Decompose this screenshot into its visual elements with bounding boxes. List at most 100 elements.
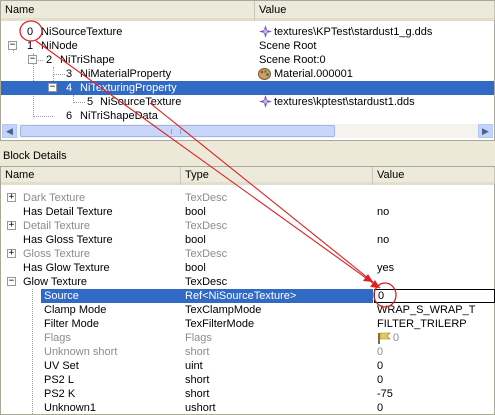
property-type: uint — [185, 360, 203, 372]
property-type: short — [185, 388, 210, 400]
details-header: Name Type Value — [1, 167, 495, 185]
block-name: NiTriShape — [60, 54, 115, 66]
property-name: PS2 K — [44, 388, 76, 400]
block-index: 2 — [46, 54, 53, 66]
property-type: TexDesc — [185, 192, 228, 204]
tree-row-nitrishapedata-6[interactable]: 6 NiTriShapeData — [1, 109, 494, 123]
tree-row-nisourcetexture-5[interactable]: 5 NiSourceTexture textures\kptest\stardu… — [1, 95, 494, 109]
block-details-title: Block Details — [3, 150, 67, 162]
property-row-uv-set[interactable]: UV Set uint 0 — [1, 359, 494, 373]
property-name: Clamp Mode — [44, 304, 107, 316]
property-value[interactable]: 0 — [377, 359, 383, 373]
property-row-has-glow-texture[interactable]: Has Glow Texture bool yes — [1, 261, 494, 275]
property-value[interactable]: FILTER_TRILERP — [377, 317, 467, 331]
block-value: Scene Root:0 — [259, 54, 326, 66]
property-value[interactable]: 0 — [377, 373, 383, 387]
property-name: Gloss Texture — [23, 248, 91, 260]
property-value[interactable]: -75 — [377, 387, 393, 401]
property-value[interactable]: 0 — [377, 401, 383, 415]
property-row-detail-texture[interactable]: + Detail Texture TexDesc — [1, 219, 494, 233]
property-type: TexDesc — [185, 276, 228, 288]
block-value: textures\kptest\stardust1.dds — [274, 96, 415, 108]
property-name: Detail Texture — [23, 220, 91, 232]
property-name: PS2 L — [44, 374, 74, 386]
property-row-source[interactable]: Source Ref<NiSourceTexture> 0 — [1, 289, 495, 303]
property-type: bool — [185, 206, 206, 218]
property-type: TexDesc — [185, 248, 228, 260]
block-name: NiSourceTexture — [41, 26, 123, 38]
block-name: NiSourceTexture — [100, 96, 182, 108]
property-name: Has Gloss Texture — [23, 234, 113, 246]
horizontal-scrollbar[interactable]: ◀ ▶ — [2, 124, 493, 138]
block-index: 1 — [27, 40, 34, 52]
property-row-unknown1[interactable]: Unknown1 ushort 0 — [1, 401, 494, 415]
scroll-left-arrow-icon[interactable]: ◀ — [2, 124, 17, 138]
property-name: UV Set — [44, 360, 79, 372]
property-name: Glow Texture — [23, 276, 87, 288]
source-value-editor[interactable]: 0 — [374, 289, 495, 303]
property-value[interactable]: 0 — [393, 331, 399, 345]
property-name: Unknown1 — [44, 402, 96, 414]
property-row-dark-texture[interactable]: + Dark Texture TexDesc — [1, 191, 494, 205]
property-name: Has Detail Texture — [23, 206, 113, 218]
property-value[interactable]: no — [377, 233, 389, 247]
property-row-filter-mode[interactable]: Filter Mode TexFilterMode FILTER_TRILERP — [1, 317, 494, 331]
property-type: Flags — [185, 332, 212, 344]
type-column-header[interactable]: Type — [181, 167, 373, 185]
property-value[interactable]: WRAP_S_WRAP_T — [377, 303, 475, 317]
block-index: 0 — [27, 26, 34, 38]
value-column-header[interactable]: Value — [373, 167, 495, 185]
property-value[interactable]: 0 — [377, 345, 383, 359]
property-type: ushort — [185, 402, 216, 414]
expand-icon[interactable]: + — [7, 193, 16, 202]
property-name: Flags — [44, 332, 71, 344]
property-row-glow-texture[interactable]: − Glow Texture TexDesc — [1, 275, 494, 289]
block-value: textures\KPTest\stardust1_g.dds — [274, 26, 433, 38]
collapse-icon[interactable]: − — [48, 83, 57, 92]
block-index: 6 — [66, 110, 73, 122]
expand-icon[interactable]: + — [7, 221, 16, 230]
property-row-has-gloss-texture[interactable]: Has Gloss Texture bool no — [1, 233, 494, 247]
property-type: TexFilterMode — [185, 318, 255, 330]
scroll-right-arrow-icon[interactable]: ▶ — [478, 124, 493, 138]
name-column-header[interactable]: Name — [1, 1, 255, 21]
property-row-clamp-mode[interactable]: Clamp Mode TexClampMode WRAP_S_WRAP_T — [1, 303, 494, 317]
tree-row-nisourcetexture-0[interactable]: 0 NiSourceTexture textures\KPTest\stardu… — [1, 25, 494, 39]
block-name: NiMaterialProperty — [80, 68, 172, 80]
tree-row-nitrishape-2[interactable]: − 2 NiTriShape Scene Root:0 — [1, 53, 494, 67]
block-tree-view[interactable]: Name Value 0 NiSourceTexture textures\KP… — [0, 0, 495, 141]
property-row-ps2-l[interactable]: PS2 L short 0 — [1, 373, 494, 387]
property-value[interactable]: yes — [377, 261, 394, 275]
block-value: Scene Root — [259, 40, 317, 52]
value-column-header[interactable]: Value — [255, 1, 495, 21]
block-name: NiTexturingProperty — [80, 82, 177, 94]
property-name: Dark Texture — [23, 192, 86, 204]
property-type: Ref<NiSourceTexture> — [181, 289, 373, 303]
tree-row-ninode-1[interactable]: − 1 NiNode Scene Root — [1, 39, 494, 53]
property-value[interactable]: no — [377, 205, 389, 219]
collapse-icon[interactable]: − — [28, 55, 37, 64]
property-row-gloss-texture[interactable]: + Gloss Texture TexDesc — [1, 247, 494, 261]
property-row-ps2-k[interactable]: PS2 K short -75 — [1, 387, 494, 401]
scrollbar-thumb[interactable] — [20, 125, 335, 137]
property-row-flags[interactable]: Flags Flags 0 — [1, 331, 494, 345]
property-type: TexClampMode — [185, 304, 262, 316]
property-row-has-detail-texture[interactable]: Has Detail Texture bool no — [1, 205, 494, 219]
block-details-view[interactable]: Name Type Value + Dark Texture TexDesc H… — [0, 166, 495, 415]
property-type: short — [185, 346, 210, 358]
block-value: Material.000001 — [274, 68, 353, 80]
collapse-icon[interactable]: − — [8, 41, 17, 50]
block-name: NiTriShapeData — [80, 110, 158, 122]
collapse-icon[interactable]: − — [7, 277, 16, 286]
tree-row-nitexturingproperty-4[interactable]: − 4 NiTexturingProperty — [1, 81, 494, 95]
property-row-unknown-short[interactable]: Unknown short short 0 — [1, 345, 494, 359]
expand-icon[interactable]: + — [7, 249, 16, 258]
property-name: Has Glow Texture — [23, 262, 110, 274]
property-type: short — [185, 374, 210, 386]
block-index: 3 — [66, 68, 73, 80]
name-column-header[interactable]: Name — [1, 167, 181, 185]
tree-header: Name Value — [1, 1, 495, 21]
block-index: 5 — [87, 96, 94, 108]
tree-row-nimaterialproperty-3[interactable]: 3 NiMaterialProperty Material.000001 — [1, 67, 494, 81]
property-name: Filter Mode — [44, 318, 100, 330]
